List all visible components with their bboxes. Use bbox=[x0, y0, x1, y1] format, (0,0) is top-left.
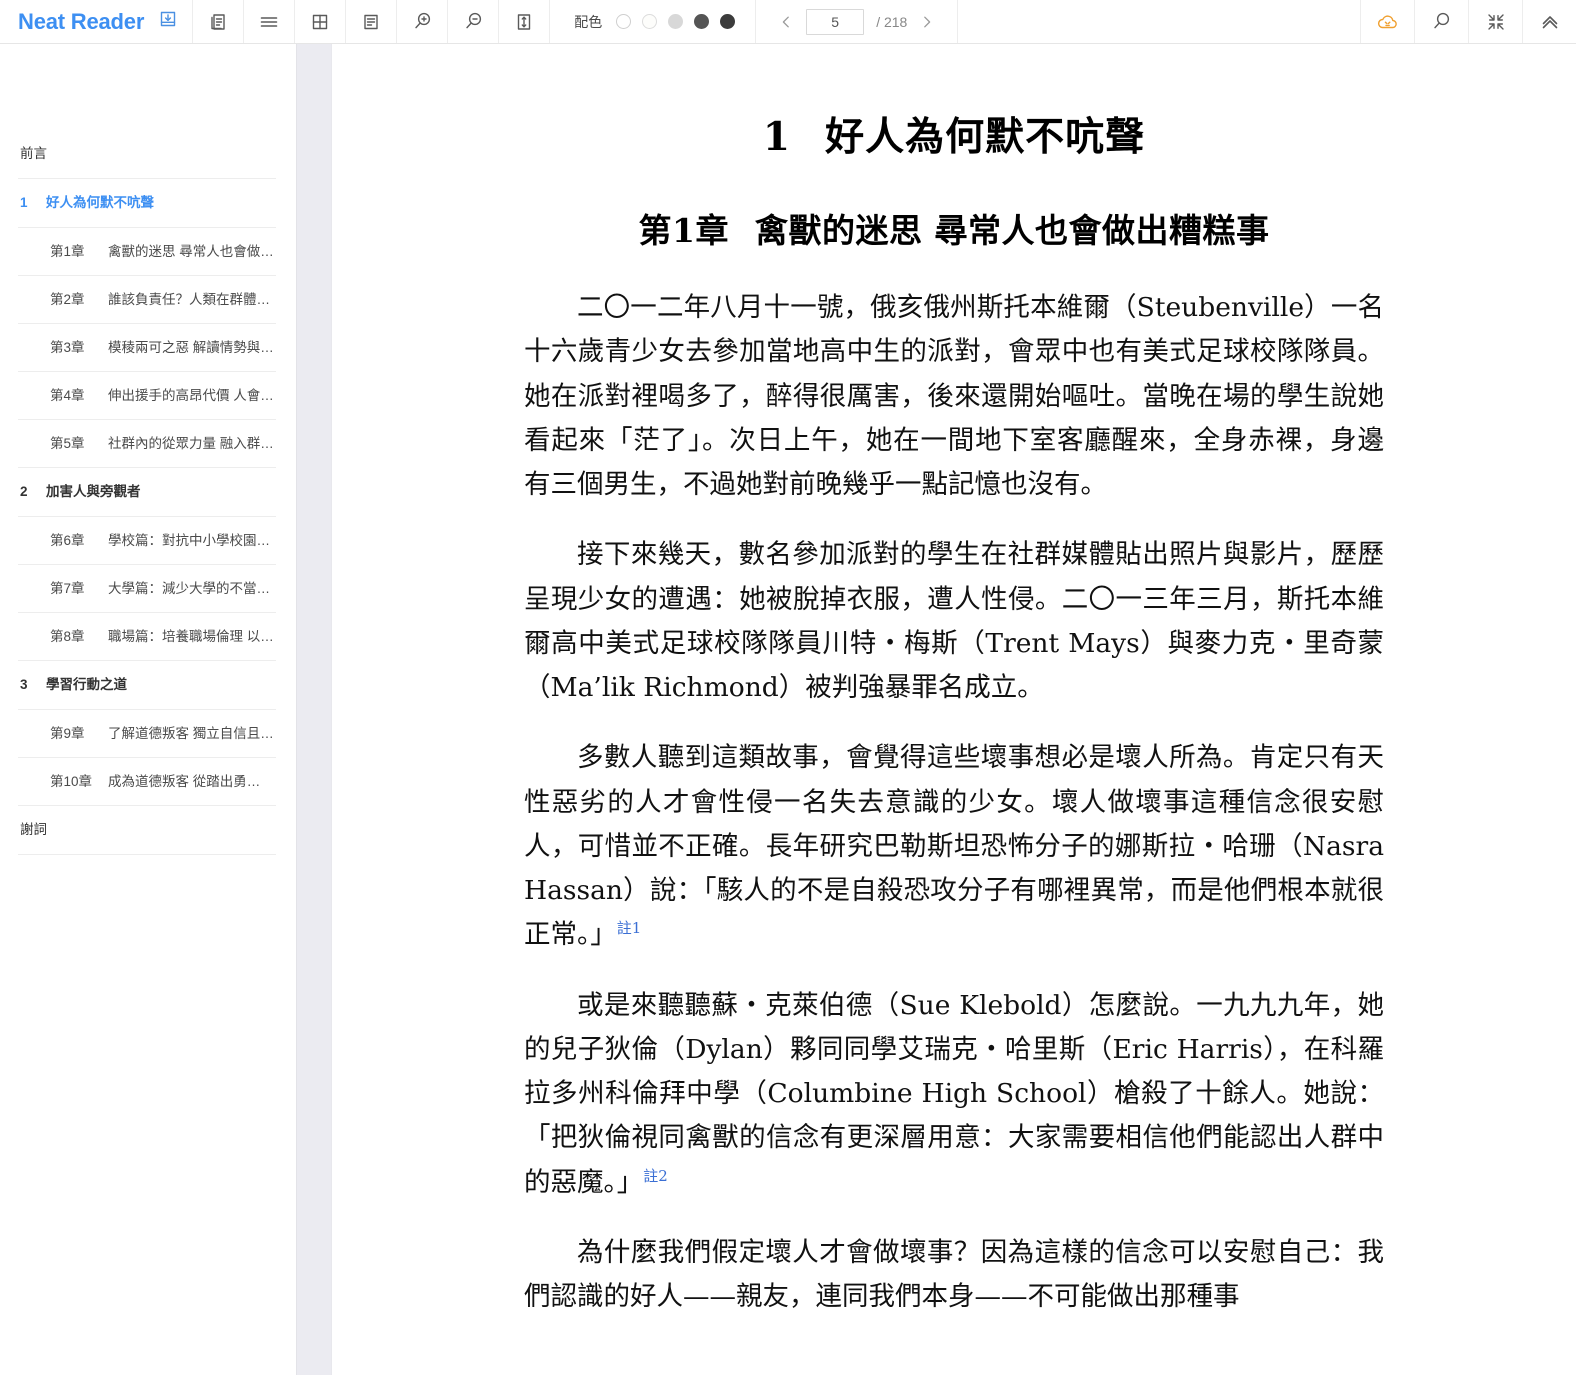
sidebar-item-label: 成為道德叛客 從踏出勇… bbox=[108, 773, 261, 789]
scheme-black[interactable] bbox=[720, 14, 736, 29]
paragraph-text: 多數人聽到這類故事，會覺得這些壞事想必是壞人所為。肯定只有天性惡劣的人才會性侵一… bbox=[524, 742, 1384, 951]
grid-view-icon[interactable] bbox=[295, 0, 347, 43]
toc-top-padding bbox=[0, 44, 296, 130]
paragraph-text: 為什麼我們假定壞人才會做壞事？因為這樣的信念可以安慰自己：我們認識的好人——親友… bbox=[524, 1236, 1384, 1312]
sidebar-item-number: 第3章 bbox=[50, 339, 85, 355]
page-number-input[interactable] bbox=[806, 8, 865, 35]
cloud-sync-icon[interactable] bbox=[1360, 0, 1414, 43]
sidebar-item-label: 好人為何默不吭聲 bbox=[46, 195, 154, 211]
sidebar: 前言 1 好人為何默不吭聲第1章 禽獸的迷思 尋常人也會做… 第2章 誰該負責任？人類在群… bbox=[0, 44, 296, 1375]
scheme-light-gray[interactable] bbox=[668, 14, 684, 29]
brand-cell: Neat Reader bbox=[0, 0, 194, 43]
app-brand-name: Neat Reader bbox=[18, 8, 145, 34]
sidebar-item-7[interactable]: 2 加害人與旁觀者 bbox=[18, 468, 276, 517]
book-part-number: 1 bbox=[762, 114, 792, 160]
chevron-double-up-icon[interactable] bbox=[1522, 0, 1576, 43]
table-of-contents: 前言 1 好人為何默不吭聲第1章 禽獸的迷思 尋常人也會做… 第2章 誰該負責任？人類在群… bbox=[0, 130, 296, 855]
sidebar-item-number: 第7章 bbox=[50, 580, 85, 596]
zoom-in-icon[interactable] bbox=[397, 0, 449, 43]
page-total-label: / 218 bbox=[876, 13, 908, 30]
sidebar-item-label: 誰該負責任？人類在群體… bbox=[108, 291, 270, 307]
sidebar-item-14[interactable]: 謝詞 bbox=[18, 806, 276, 855]
save-to-library-icon[interactable] bbox=[158, 9, 178, 34]
sidebar-item-number: 2 bbox=[20, 484, 28, 500]
paragraph-p3: 多數人聽到這類故事，會覺得這些壞事想必是壞人所為。肯定只有天性惡劣的人才會性侵一… bbox=[524, 736, 1384, 957]
sidebar-item-number: 第6章 bbox=[50, 532, 85, 548]
next-page-button[interactable] bbox=[919, 14, 935, 30]
sidebar-item-5[interactable]: 第4章 伸出援手的高昂代價 人會… bbox=[18, 372, 276, 420]
sidebar-item-label: 學習行動之道 bbox=[46, 677, 127, 693]
prev-page-button[interactable] bbox=[778, 14, 794, 30]
sidebar-item-11[interactable]: 3 學習行動之道 bbox=[18, 661, 276, 710]
sidebar-item-0[interactable]: 前言 bbox=[18, 130, 276, 179]
sidebar-item-label: 禽獸的迷思 尋常人也會做… bbox=[108, 243, 274, 259]
sidebar-item-2[interactable]: 第1章 禽獸的迷思 尋常人也會做… bbox=[18, 228, 276, 276]
color-scheme-label: 配色 bbox=[574, 13, 603, 30]
sidebar-item-10[interactable]: 第8章 職場篇：培養職場倫理 以… bbox=[18, 613, 276, 661]
sidebar-item-label: 職場篇：培養職場倫理 以… bbox=[108, 628, 274, 644]
book-page: 1 好人為何默不吭聲 第1章 禽獸的迷思 尋常人也會做出糟糕事 二〇一二年八月十一號… bbox=[454, 44, 1454, 1319]
sidebar-item-label: 社群內的從眾力量 融入群… bbox=[108, 435, 274, 451]
footnote-link[interactable]: 註1 bbox=[617, 919, 642, 937]
toolbar-right-group bbox=[1360, 0, 1576, 43]
sidebar-item-number: 第1章 bbox=[50, 243, 85, 259]
sidebar-item-number: 第5章 bbox=[50, 435, 85, 451]
chapter-heading: 第1章 禽獸的迷思 尋常人也會做出糟糕事 bbox=[524, 204, 1384, 252]
sidebar-gutter bbox=[296, 44, 332, 1375]
sidebar-item-label: 了解道德叛客 獨立自信且… bbox=[108, 725, 274, 741]
scheme-dark-gray[interactable] bbox=[694, 14, 710, 29]
sidebar-item-12[interactable]: 第9章 了解道德叛客 獨立自信且… bbox=[18, 710, 276, 758]
sidebar-item-1[interactable]: 1 好人為何默不吭聲 bbox=[18, 179, 276, 228]
top-toolbar: Neat Reader 配色 5 / 218 bbox=[0, 0, 1576, 44]
single-column-view-icon[interactable] bbox=[244, 0, 296, 43]
sidebar-item-number: 1 bbox=[20, 195, 28, 211]
sidebar-item-number: 3 bbox=[20, 677, 28, 693]
sidebar-item-number: 第8章 bbox=[50, 628, 85, 644]
paragraph-p5: 為什麼我們假定壞人才會做壞事？因為這樣的信念可以安慰自己：我們認識的好人——親友… bbox=[524, 1231, 1384, 1320]
sidebar-item-number: 第9章 bbox=[50, 725, 85, 741]
collapse-icon[interactable] bbox=[1468, 0, 1522, 43]
chapter-body: 二〇一二年八月十一號，俄亥俄州斯托本維爾（Steubenville）一名十六歲青… bbox=[524, 286, 1384, 1319]
sidebar-item-13[interactable]: 第10章 成為道德叛客 從踏出勇… bbox=[18, 758, 276, 806]
sidebar-item-label: 前言 bbox=[20, 146, 47, 162]
scheme-white[interactable] bbox=[616, 14, 632, 29]
sidebar-item-label: 大學篇：減少大學的不當… bbox=[108, 580, 270, 596]
page-navigation: / 218 bbox=[756, 0, 959, 43]
paragraph-view-icon[interactable] bbox=[346, 0, 398, 43]
sidebar-item-4[interactable]: 第3章 模稜兩可之惡 解讀情勢與… bbox=[18, 324, 276, 372]
sidebar-item-label: 模稜兩可之惡 解讀情勢與… bbox=[108, 339, 274, 355]
sidebar-item-8[interactable]: 第6章 學校篇：對抗中小學校園… bbox=[18, 517, 276, 565]
paragraph-p1: 二〇一二年八月十一號，俄亥俄州斯托本維爾（Steubenville）一名十六歲青… bbox=[524, 286, 1384, 507]
sidebar-item-9[interactable]: 第7章 大學篇：減少大學的不當… bbox=[18, 565, 276, 613]
paragraph-text: 接下來幾天，數名參加派對的學生在社群媒體貼出照片與影片，歷歷呈現少女的遭遇：她被… bbox=[524, 539, 1384, 703]
paragraph-text: 二〇一二年八月十一號，俄亥俄州斯托本維爾（Steubenville）一名十六歲青… bbox=[524, 292, 1384, 500]
chapter-number: 第1章 bbox=[638, 211, 729, 250]
copy-page-icon[interactable] bbox=[193, 0, 245, 43]
search-icon[interactable] bbox=[1414, 0, 1468, 43]
paragraph-p2: 接下來幾天，數名參加派對的學生在社群媒體貼出照片與影片，歷歷呈現少女的遭遇：她被… bbox=[524, 533, 1384, 710]
color-scheme-group: 配色 bbox=[550, 0, 757, 43]
footnote-link[interactable]: 註2 bbox=[643, 1167, 668, 1185]
book-part-heading: 1 好人為何默不吭聲 bbox=[524, 106, 1384, 162]
chapter-title: 禽獸的迷思 尋常人也會做出糟糕事 bbox=[754, 211, 1270, 250]
sidebar-item-label: 謝詞 bbox=[20, 822, 47, 838]
sidebar-item-3[interactable]: 第2章 誰該負責任？人類在群體… bbox=[18, 276, 276, 324]
app-body: 前言 1 好人為何默不吭聲 第1章 禽獸的迷思 尋常人也會做… 第2章 誰該負責任？人類在群… bbox=[0, 44, 1576, 1375]
sidebar-item-number: 第2章 bbox=[50, 291, 85, 307]
line-height-icon[interactable] bbox=[499, 0, 551, 43]
sidebar-item-label: 加害人與旁觀者 bbox=[46, 484, 141, 500]
sidebar-item-number: 第4章 bbox=[50, 387, 85, 403]
sidebar-item-number: 第10章 bbox=[50, 773, 93, 789]
scheme-paper[interactable] bbox=[642, 14, 658, 29]
paragraph-p4: 或是來聽聽蘇・克萊伯德（Sue Klebold）怎麼說。一九九九年，她的兒子狄倫… bbox=[524, 984, 1384, 1205]
reader-pane: 1 好人為何默不吭聲 第1章 禽獸的迷思 尋常人也會做出糟糕事 二〇一二年八月十一號… bbox=[332, 44, 1576, 1375]
zoom-out-icon[interactable] bbox=[448, 0, 500, 43]
sidebar-item-6[interactable]: 第5章 社群內的從眾力量 融入群… bbox=[18, 420, 276, 468]
book-part-title: 好人為何默不吭聲 bbox=[825, 114, 1146, 160]
sidebar-item-label: 學校篇：對抗中小學校園… bbox=[108, 532, 270, 548]
sidebar-item-label: 伸出援手的高昂代價 人會… bbox=[108, 387, 274, 403]
